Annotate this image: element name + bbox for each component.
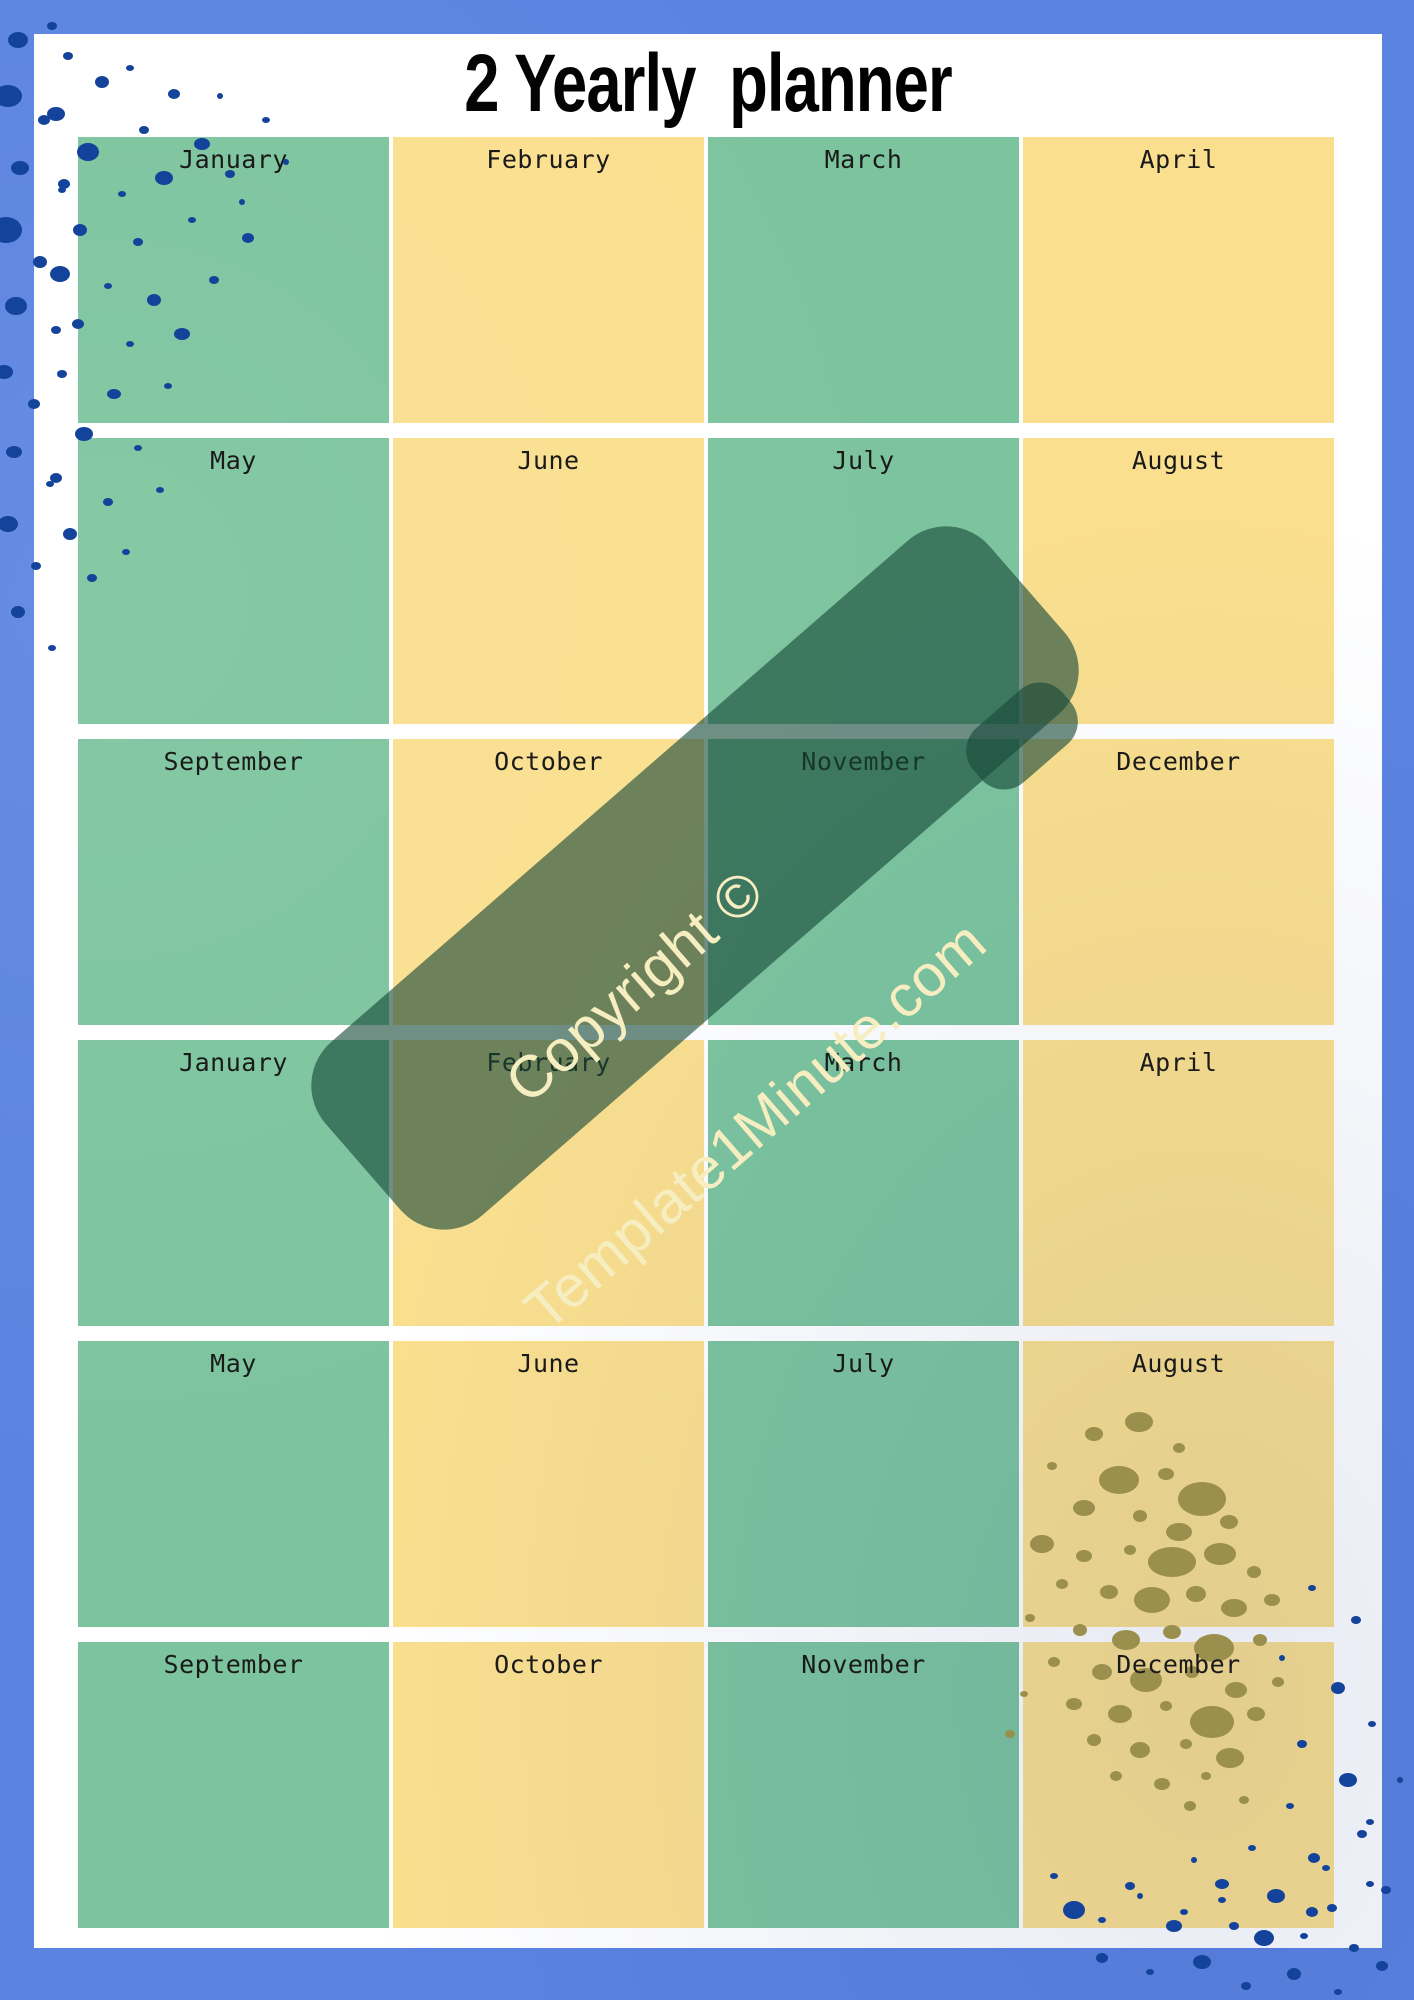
month-cell[interactable]: March xyxy=(708,1040,1019,1326)
month-cell[interactable]: February xyxy=(393,1040,704,1326)
month-label: July xyxy=(832,1349,895,1378)
month-cell[interactable]: July xyxy=(708,1341,1019,1627)
month-cell[interactable]: March xyxy=(708,137,1019,423)
month-cell[interactable]: June xyxy=(393,1341,704,1627)
month-label: January xyxy=(179,145,288,174)
page-title-container: 2 Yearly planner xyxy=(34,34,1382,134)
month-cell[interactable]: December xyxy=(1023,739,1334,1025)
month-label: June xyxy=(517,1349,580,1378)
month-label: December xyxy=(1116,1650,1241,1679)
month-label: November xyxy=(801,1650,926,1679)
month-cell[interactable]: October xyxy=(393,739,704,1025)
month-cell[interactable]: July xyxy=(708,438,1019,724)
month-label: August xyxy=(1131,446,1226,475)
month-cell[interactable]: April xyxy=(1023,1040,1334,1326)
month-cell[interactable]: December xyxy=(1023,1642,1334,1928)
month-label: February xyxy=(486,1048,611,1077)
month-cell[interactable]: August xyxy=(1023,1341,1334,1627)
month-label: November xyxy=(801,747,926,776)
page-title: 2 Yearly planner xyxy=(464,38,952,130)
month-cell[interactable]: January xyxy=(78,137,389,423)
month-cell[interactable]: June xyxy=(393,438,704,724)
planner-sheet: 2 Yearly planner January February March Apr… xyxy=(34,34,1382,1948)
month-cell[interactable]: January xyxy=(78,1040,389,1326)
month-cell[interactable]: October xyxy=(393,1642,704,1928)
month-label: April xyxy=(1139,1048,1218,1077)
month-cell[interactable]: November xyxy=(708,739,1019,1025)
month-cell[interactable]: September xyxy=(78,1642,389,1928)
month-label: May xyxy=(210,446,257,475)
month-cell[interactable]: August xyxy=(1023,438,1334,724)
month-label: January xyxy=(179,1048,288,1077)
month-label: February xyxy=(486,145,611,174)
month-label: October xyxy=(494,1650,603,1679)
month-label: May xyxy=(210,1349,257,1378)
month-label: October xyxy=(494,747,603,776)
month-cell[interactable]: February xyxy=(393,137,704,423)
page-background: 2 Yearly planner January February March Apr… xyxy=(0,0,1414,2000)
month-label: June xyxy=(517,446,580,475)
month-cell[interactable]: November xyxy=(708,1642,1019,1928)
month-label: September xyxy=(163,1650,304,1679)
month-cell[interactable]: April xyxy=(1023,137,1334,423)
month-cell[interactable]: May xyxy=(78,1341,389,1627)
month-cell[interactable]: May xyxy=(78,438,389,724)
month-label: March xyxy=(824,145,903,174)
month-label: August xyxy=(1131,1349,1226,1378)
month-label: December xyxy=(1116,747,1241,776)
month-cell[interactable]: September xyxy=(78,739,389,1025)
month-label: September xyxy=(163,747,304,776)
month-grid: January February March April May June July Augu… xyxy=(78,137,1334,1928)
month-label: April xyxy=(1139,145,1218,174)
month-label: July xyxy=(832,446,895,475)
month-label: March xyxy=(824,1048,903,1077)
